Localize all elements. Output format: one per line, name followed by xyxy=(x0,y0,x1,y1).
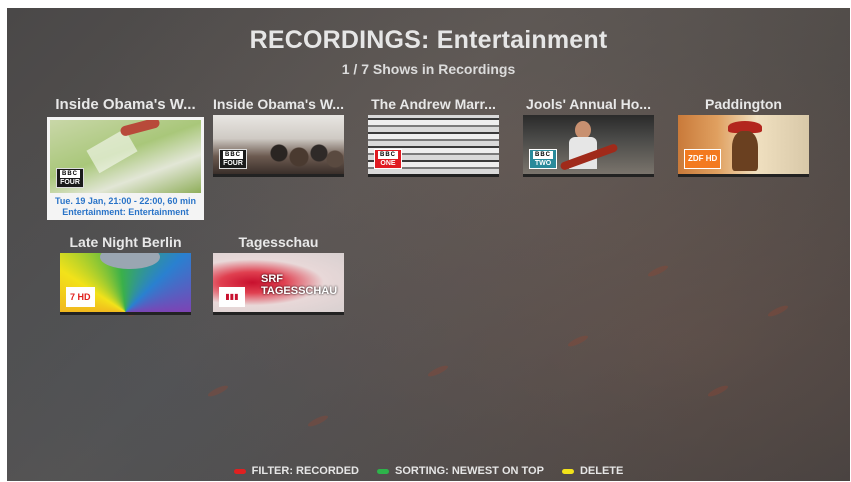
recording-details: Tue. 19 Jan, 21:00 - 22:00, 60 min Enter… xyxy=(47,193,204,220)
recording-thumbnail: ZDF HD xyxy=(678,115,809,177)
page-header: RECORDINGS: Entertainment 1 / 7 Shows in… xyxy=(7,26,850,77)
recording-title: Inside Obama's W... xyxy=(55,96,196,113)
recordings-grid: Inside Obama's W... BBC FOUR Tue. 19 Jan… xyxy=(47,93,827,315)
channel-logo: ZDF HD xyxy=(684,149,722,169)
channel-logo: BBC TWO xyxy=(529,149,557,169)
recording-tile[interactable]: The Andrew Marr... BBC ONE xyxy=(368,93,499,177)
background-bird xyxy=(206,383,230,399)
recording-title: Paddington xyxy=(705,96,782,112)
sorting-action[interactable]: SORTING: NEWEST ON TOP xyxy=(377,465,544,477)
recording-thumbnail: BBC FOUR xyxy=(47,117,204,193)
channel-logo: BBC FOUR xyxy=(56,168,84,188)
recording-tile[interactable]: Jools' Annual Ho... BBC TWO xyxy=(523,93,654,177)
green-button-icon xyxy=(377,468,390,474)
recording-genre: Entertainment: Entertainment xyxy=(62,207,189,217)
recording-thumbnail: BBC FOUR xyxy=(213,115,344,177)
yellow-button-icon xyxy=(561,468,574,474)
recording-thumbnail: SRF TAGESSCHAU ▮▮▮ xyxy=(213,253,344,315)
filter-action[interactable]: FILTER: RECORDED xyxy=(233,465,359,477)
channel-logo: BBC FOUR xyxy=(219,149,247,169)
recording-thumbnail: 7 HD xyxy=(60,253,191,315)
tv-screen: RECORDINGS: Entertainment 1 / 7 Shows in… xyxy=(7,8,850,481)
recording-title: Inside Obama's W... xyxy=(213,96,344,112)
delete-action[interactable]: DELETE xyxy=(561,465,623,477)
program-text: SRF TAGESSCHAU xyxy=(261,273,338,297)
background-bird xyxy=(306,413,330,429)
red-button-icon xyxy=(233,468,246,474)
channel-logo: ▮▮▮ xyxy=(219,287,245,307)
action-bar: FILTER: RECORDED SORTING: NEWEST ON TOP … xyxy=(7,465,850,477)
channel-logo: BBC ONE xyxy=(374,149,402,169)
recording-tile[interactable]: Tagesschau SRF TAGESSCHAU ▮▮▮ xyxy=(213,231,344,315)
recording-schedule: Tue. 19 Jan, 21:00 - 22:00, 60 min xyxy=(55,196,196,206)
background-bird xyxy=(706,383,730,399)
page-title: RECORDINGS: Entertainment xyxy=(249,26,608,54)
recording-title: The Andrew Marr... xyxy=(371,96,496,112)
recording-tile[interactable]: Inside Obama's W... BBC FOUR xyxy=(213,93,344,177)
recording-thumbnail: BBC TWO xyxy=(523,115,654,177)
recording-tile[interactable]: Late Night Berlin 7 HD xyxy=(60,231,191,315)
recordings-count: 1 / 7 Shows in Recordings xyxy=(341,61,516,77)
recording-title: Tagesschau xyxy=(238,234,319,250)
recording-tile[interactable]: Inside Obama's W... BBC FOUR Tue. 19 Jan… xyxy=(47,93,204,220)
recording-title: Late Night Berlin xyxy=(69,234,182,250)
recording-tile[interactable]: Paddington ZDF HD xyxy=(678,93,809,177)
channel-logo: 7 HD xyxy=(66,287,95,307)
recording-thumbnail: BBC ONE xyxy=(368,115,499,177)
background-bird xyxy=(566,333,590,349)
recording-title: Jools' Annual Ho... xyxy=(526,96,651,112)
background-bird xyxy=(426,363,450,379)
